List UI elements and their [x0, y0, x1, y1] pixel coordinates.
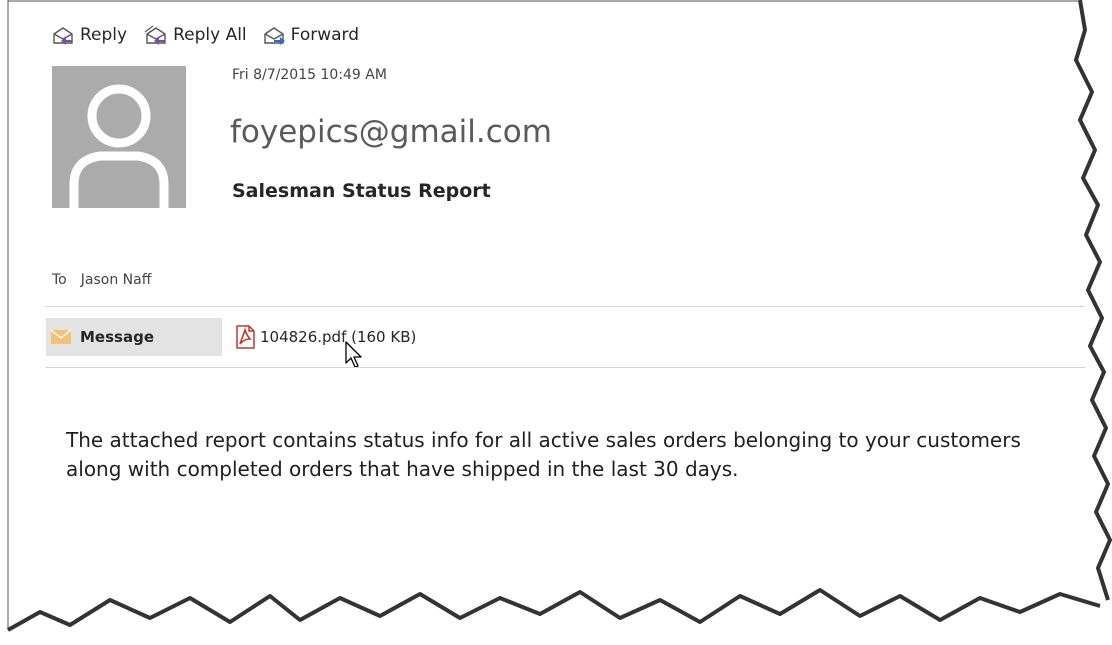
reply-label: Reply — [80, 25, 128, 45]
message-date: Fri 8/7/2015 10:49 AM — [232, 67, 387, 83]
pdf-file-icon — [236, 325, 255, 349]
envelope-icon — [50, 329, 72, 344]
divider — [45, 367, 1085, 368]
forward-icon — [263, 27, 285, 45]
message-tab-label: Message — [80, 328, 154, 346]
email-reading-pane: Reply Reply All Forward Fri 8/7/2015 10:… — [0, 0, 1112, 645]
forward-button[interactable]: Forward — [263, 25, 359, 45]
divider — [45, 306, 1085, 307]
message-subject: Salesman Status Report — [232, 180, 491, 202]
reply-button[interactable]: Reply — [52, 25, 127, 45]
message-actions-toolbar: Reply Reply All Forward — [52, 22, 375, 48]
attachment-item[interactable]: 104826.pdf (160 KB) — [234, 325, 416, 349]
sender-avatar — [52, 66, 186, 208]
reply-all-icon — [144, 25, 166, 45]
recipient-name[interactable]: Jason Naff — [81, 272, 152, 288]
reply-icon — [53, 27, 73, 45]
reply-all-button[interactable]: Reply All — [143, 25, 247, 45]
attachment-name: 104826.pdf (160 KB) — [260, 328, 417, 346]
message-body: The attached report contains status info… — [66, 428, 1021, 481]
reply-all-label: Reply All — [173, 25, 247, 45]
forward-label: Forward — [290, 25, 360, 45]
sender-address[interactable]: foyepics@gmail.com — [230, 114, 552, 150]
mouse-pointer-icon — [345, 341, 362, 368]
to-label: To — [52, 272, 67, 288]
person-silhouette-icon — [69, 84, 169, 208]
recipients-row: To Jason Naff — [52, 272, 151, 288]
message-tab[interactable]: Message — [46, 318, 222, 356]
